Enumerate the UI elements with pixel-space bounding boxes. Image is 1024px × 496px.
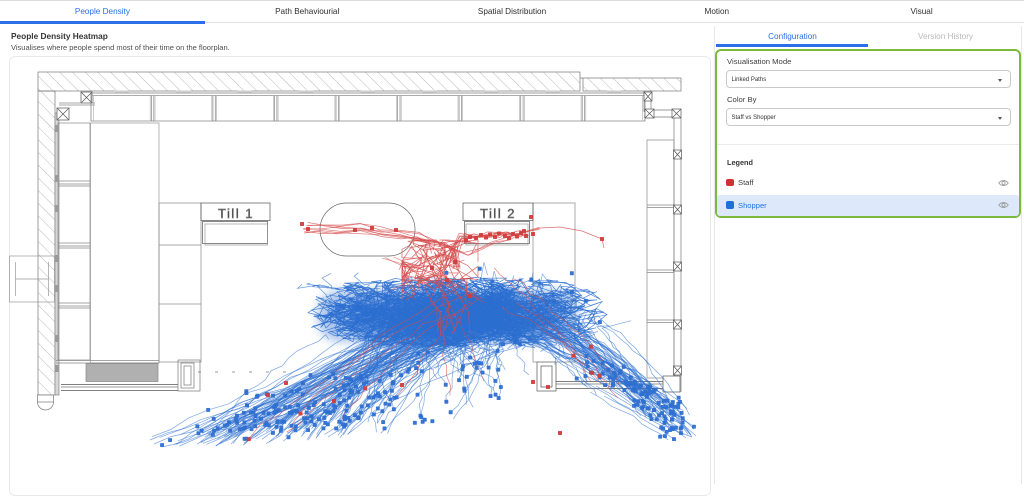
svg-text:Till 2: Till 2	[480, 206, 516, 221]
svg-text:Till 1: Till 1	[218, 206, 254, 221]
